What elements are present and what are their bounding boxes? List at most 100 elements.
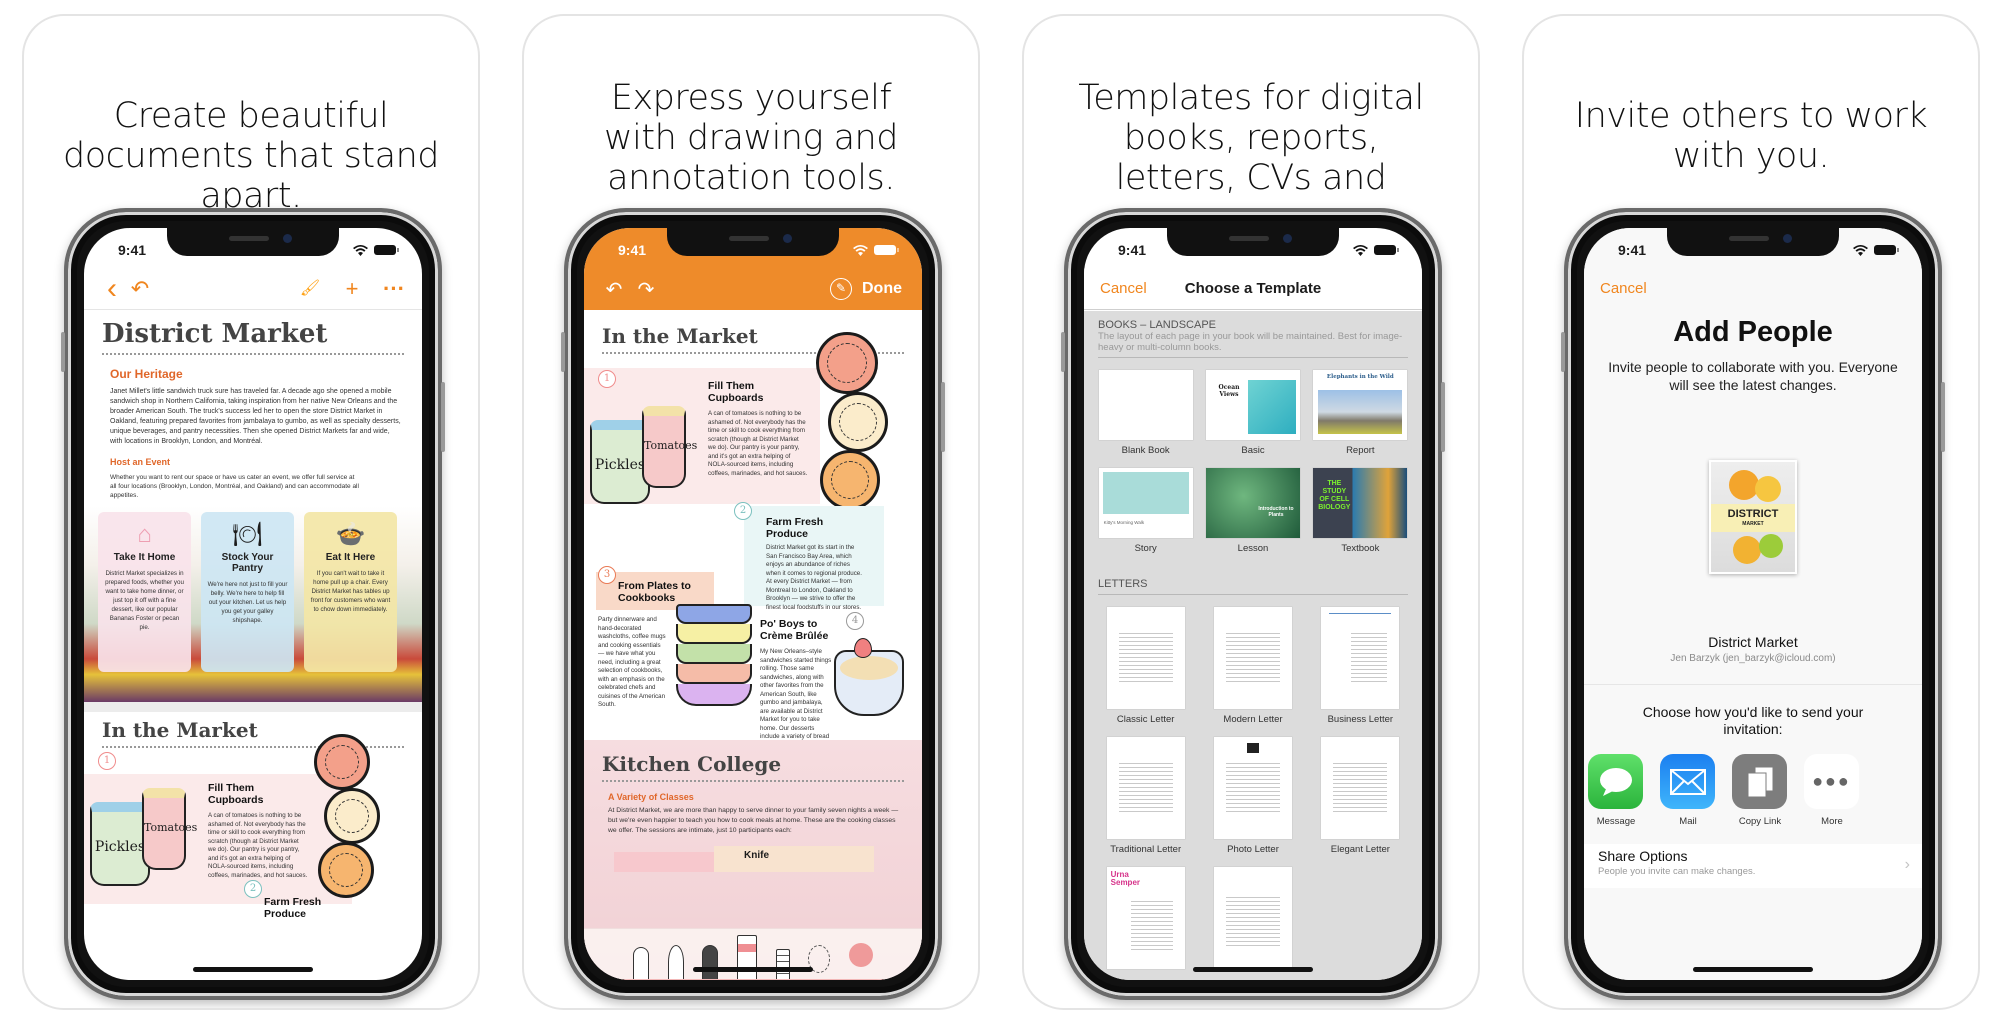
more-icon[interactable]: ··· (380, 277, 408, 300)
thumb-title: Urna Semper (1110, 870, 1141, 887)
done-button[interactable]: Done (852, 280, 908, 298)
heritage-body: Janet Millet's little sandwich truck sur… (110, 388, 401, 445)
item-title: Farm Fresh Produce (264, 896, 322, 920)
template-label: Basic (1241, 445, 1265, 456)
pickles-jar-illustration: Pickles (90, 802, 150, 886)
template-modern-letter[interactable]: Modern Letter (1205, 595, 1300, 725)
share-more-button[interactable]: ●●● More (1804, 754, 1860, 827)
document-toolbar: ‹ ↶ 🖌 + ··· (84, 268, 422, 310)
template-classic-letter[interactable]: Classic Letter (1098, 595, 1193, 725)
template-label: Elegant Letter (1330, 844, 1390, 855)
card-caption: Express yourself with drawing and annota… (604, 78, 898, 198)
eraser-tool[interactable] (775, 949, 790, 979)
phone-screen: 9:41 ↶ ↷ ✎ Done In the Market 1 Pickles … (584, 228, 922, 980)
marker-tool[interactable] (702, 945, 719, 979)
add-people-sheet: 9:41 Cancel Add People Invite people to … (1584, 228, 1922, 980)
template-lesson[interactable]: Introduction to Plants Lesson (1205, 456, 1300, 554)
share-options-title: Share Options (1598, 848, 1688, 864)
drawing-toolbar: ↶ ↷ ✎ Done (584, 268, 922, 310)
drawing-tool-palette (584, 928, 922, 980)
market-title: In the Market (102, 718, 258, 742)
format-brush-icon[interactable]: 🖌 (296, 278, 324, 300)
item-body: District Market got its start in the San… (766, 544, 862, 611)
copy-link-icon (1732, 754, 1787, 809)
feature-body: If you can't wait to take it home pull u… (310, 570, 391, 613)
phone-screen: 9:41 ‹ ↶ 🖌 + ··· District Market Our Her… (84, 228, 422, 980)
template-textbook[interactable]: THE STUDY OF CELL BIOLOGY Textbook (1313, 456, 1408, 554)
thumb-title: THE STUDY OF CELL BIOLOGY (1318, 480, 1351, 511)
share-copy-link-button[interactable]: Copy Link (1732, 754, 1788, 827)
add-icon[interactable]: + (338, 277, 366, 300)
kitchen-rule (602, 780, 904, 782)
share-message-button[interactable]: Message (1588, 754, 1644, 827)
template-basic[interactable]: Ocean Views Basic (1205, 358, 1300, 456)
books-section-title: BOOKS – LANDSCAPE (1098, 319, 1216, 331)
story-illustration (1102, 472, 1189, 514)
class-block (614, 852, 714, 872)
feature-card-take-home: ⌂ Take It Home District Market specializ… (98, 512, 191, 672)
letters-section-title: LETTERS (1098, 578, 1408, 595)
pencil-tool-icon[interactable]: ✎ (830, 278, 852, 300)
lemon-illustration (828, 392, 888, 452)
item-title: From Plates to Cookbooks (618, 580, 691, 604)
home-indicator (1193, 967, 1313, 972)
template-thumbnail (1106, 607, 1185, 709)
template-letter-8[interactable] (1205, 855, 1300, 974)
template-business-letter[interactable]: Business Letter (1313, 595, 1408, 725)
lemon-illustration (324, 788, 380, 844)
template-blank-book[interactable]: Blank Book (1098, 358, 1193, 456)
template-report[interactable]: Elephants in the Wild Report (1313, 358, 1408, 456)
mail-icon (1660, 754, 1715, 809)
item-number: 2 (734, 502, 752, 520)
kitchen-title: Kitchen College (602, 752, 782, 776)
template-label: Story (1134, 543, 1157, 554)
template-elegant-letter[interactable]: Elegant Letter (1313, 725, 1408, 855)
message-icon (1588, 754, 1643, 809)
item-number: 2 (244, 880, 262, 898)
notch (1167, 228, 1339, 256)
undo-icon[interactable]: ↶ (598, 277, 630, 302)
card-caption: Create beautiful documents that stand ap… (63, 96, 439, 216)
add-people-subtitle: Invite people to collaborate with you. E… (1608, 359, 1898, 393)
battery-icon (1874, 245, 1899, 255)
pencil-tool[interactable] (667, 945, 684, 979)
classes-body: At District Market, we are more than hap… (608, 807, 899, 834)
share-label: Copy Link (1738, 816, 1782, 827)
color-picker[interactable] (848, 943, 873, 967)
cancel-button[interactable]: Cancel (1100, 280, 1147, 297)
feature-card-stock-pantry: 🍽 Stock Your Pantry We're here not just … (201, 512, 294, 672)
wifi-icon (1353, 244, 1368, 256)
feature-title: Take It Home (113, 552, 176, 563)
item-body: A can of tomatoes is nothing to be asham… (208, 812, 308, 879)
pickles-jar-illustration: Pickles (590, 420, 650, 504)
template-nav-bar: Cancel Choose a Template (1084, 268, 1422, 310)
template-cv[interactable]: Urna Semper (1098, 855, 1193, 974)
item-body: Party dinnerware and hand-decorated wash… (598, 616, 666, 708)
share-options-row[interactable]: Share Options People you invite can make… (1584, 844, 1922, 888)
document-canvas[interactable]: District Market Our Heritage Janet Mille… (84, 311, 422, 980)
redo-icon[interactable]: ↷ (630, 277, 662, 302)
phone-screen: 9:41 Cancel Choose a Template BOOKS – LA… (1084, 228, 1422, 980)
template-list[interactable]: BOOKS – LANDSCAPE The layout of each pag… (1084, 311, 1422, 980)
screenshot-card-documents: Create beautiful documents that stand ap… (22, 14, 480, 1010)
back-icon[interactable]: ‹ (98, 273, 126, 303)
template-thumbnail (1098, 370, 1193, 440)
document-canvas[interactable]: In the Market 1 Pickles Tomatoes Fill Th… (584, 310, 922, 980)
item-body: A can of tomatoes is nothing to be asham… (708, 410, 808, 477)
template-label: Textbook (1341, 543, 1380, 554)
undo-icon[interactable]: ↶ (126, 277, 154, 300)
template-photo-letter[interactable]: Photo Letter (1205, 725, 1300, 855)
home-indicator (1693, 967, 1813, 972)
template-story[interactable]: Kitty's Morning Walk Story (1098, 456, 1193, 554)
cancel-button[interactable]: Cancel (1600, 280, 1647, 297)
pen-tool[interactable] (633, 947, 650, 979)
document-name: District Market (1708, 634, 1798, 650)
document-title: District Market (102, 319, 328, 349)
orange-illustration (318, 842, 374, 898)
notch (1667, 228, 1839, 256)
home-indicator (693, 967, 813, 972)
share-mail-button[interactable]: Mail (1660, 754, 1716, 827)
template-traditional-letter[interactable]: Traditional Letter (1098, 725, 1193, 855)
crayon-tool[interactable] (736, 935, 757, 979)
template-label: Business Letter (1327, 714, 1394, 725)
